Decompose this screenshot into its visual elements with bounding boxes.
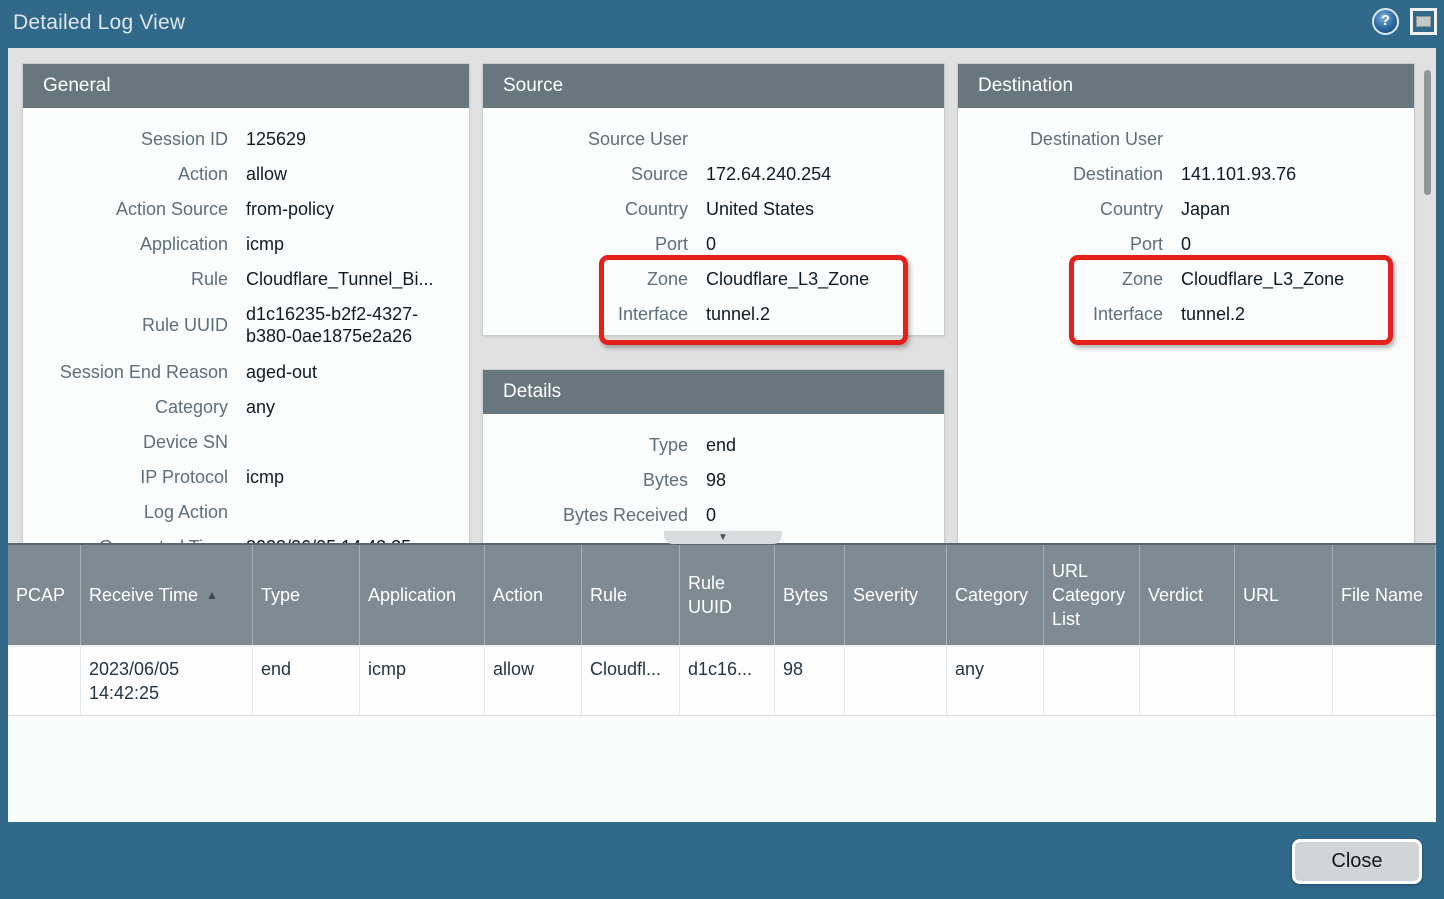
field-destination-country: CountryJapan [958, 191, 1414, 226]
source-panel-title: Source [483, 64, 944, 108]
cell-url-category-list [1044, 647, 1140, 715]
column-header-action[interactable]: Action [485, 545, 582, 645]
field-action-source: Action Sourcefrom-policy [23, 191, 469, 226]
general-panel: General Session ID125629 Actionallow Act… [22, 63, 470, 543]
column-header-url[interactable]: URL [1235, 545, 1333, 645]
column-header-pcap[interactable]: PCAP [8, 545, 81, 645]
cell-rule: Cloudfl... [582, 647, 680, 715]
column-header-application[interactable]: Application [360, 545, 485, 645]
cell-type: end [253, 647, 360, 715]
field-source-port: Port0 [483, 226, 944, 261]
field-rule: RuleCloudflare_Tunnel_Bi... [23, 261, 469, 296]
column-header-bytes[interactable]: Bytes [775, 545, 845, 645]
column-header-category[interactable]: Category [947, 545, 1044, 645]
close-button[interactable]: Close [1292, 839, 1422, 884]
field-action: Actionallow [23, 156, 469, 191]
sort-ascending-icon: ▲ [206, 583, 218, 607]
field-bytes: Bytes98 [483, 462, 944, 497]
field-destination-zone: ZoneCloudflare_L3_Zone [958, 261, 1414, 296]
field-source: Source172.64.240.254 [483, 156, 944, 191]
window-maximize-icon[interactable] [1410, 8, 1437, 35]
cell-receive-time: 2023/06/05 14:42:25 [81, 647, 253, 715]
field-source-user: Source User [483, 121, 944, 156]
field-source-interface: Interfacetunnel.2 [483, 296, 944, 331]
field-category: Categoryany [23, 389, 469, 424]
destination-panel-body: Destination User Destination141.101.93.7… [958, 108, 1414, 331]
chevron-down-icon: ▼ [718, 533, 728, 543]
column-header-severity[interactable]: Severity [845, 545, 947, 645]
cell-verdict [1140, 647, 1235, 715]
field-destination-port: Port0 [958, 226, 1414, 261]
cell-file-name [1333, 647, 1436, 715]
details-panel-body: Typeend Bytes98 Bytes Received0 [483, 414, 944, 532]
field-ip-protocol: IP Protocolicmp [23, 459, 469, 494]
cell-action: allow [485, 647, 582, 715]
field-session-end-reason: Session End Reasonaged-out [23, 354, 469, 389]
column-header-verdict[interactable]: Verdict [1140, 545, 1235, 645]
splitter-handle[interactable]: ▼ [664, 531, 782, 544]
source-panel: Source Source User Source172.64.240.254 … [482, 63, 945, 336]
destination-panel: Destination Destination User Destination… [957, 63, 1415, 543]
cell-severity [845, 647, 947, 715]
field-destination: Destination141.101.93.76 [958, 156, 1414, 191]
cell-url [1235, 647, 1333, 715]
table-row[interactable]: 2023/06/05 14:42:25 end icmp allow Cloud… [8, 647, 1436, 716]
field-rule-uuid: Rule UUIDd1c16235-b2f2-4327-b380-0ae1875… [23, 296, 469, 354]
log-table: PCAP Receive Time▲ Type Application Acti… [8, 543, 1436, 822]
field-generated-time: Generated Time2023/06/05 14:42:25 [23, 529, 469, 543]
field-type: Typeend [483, 427, 944, 462]
source-panel-body: Source User Source172.64.240.254 Country… [483, 108, 944, 331]
field-device-sn: Device SN [23, 424, 469, 459]
general-panel-title: General [23, 64, 469, 108]
log-table-header-row: PCAP Receive Time▲ Type Application Acti… [8, 545, 1436, 647]
cell-bytes: 98 [775, 647, 845, 715]
cell-category: any [947, 647, 1044, 715]
window-glyph [1416, 16, 1431, 27]
log-detail-panels-region: General Session ID125629 Actionallow Act… [8, 48, 1436, 543]
field-source-zone: ZoneCloudflare_L3_Zone [483, 261, 944, 296]
panels-scrollbar-thumb[interactable] [1424, 70, 1431, 195]
help-icon[interactable]: ? [1372, 8, 1399, 35]
field-session-id: Session ID125629 [23, 121, 469, 156]
field-destination-user: Destination User [958, 121, 1414, 156]
column-header-type[interactable]: Type [253, 545, 360, 645]
field-application: Applicationicmp [23, 226, 469, 261]
details-panel-title: Details [483, 370, 944, 414]
field-bytes-received: Bytes Received0 [483, 497, 944, 532]
general-panel-body: Session ID125629 Actionallow Action Sour… [23, 108, 469, 543]
field-destination-interface: Interfacetunnel.2 [958, 296, 1414, 331]
details-panel: Details Typeend Bytes98 Bytes Received0 [482, 369, 945, 543]
cell-pcap [8, 647, 81, 715]
page-title: Detailed Log View [13, 11, 185, 35]
column-header-rule[interactable]: Rule [582, 545, 680, 645]
destination-panel-title: Destination [958, 64, 1414, 108]
column-header-url-category-list[interactable]: URL Category List [1044, 545, 1140, 645]
column-header-receive-time[interactable]: Receive Time▲ [81, 545, 253, 645]
cell-application: icmp [360, 647, 485, 715]
field-source-country: CountryUnited States [483, 191, 944, 226]
column-header-rule-uuid[interactable]: Rule UUID [680, 545, 775, 645]
column-header-file-name[interactable]: File Name [1333, 545, 1436, 645]
field-log-action: Log Action [23, 494, 469, 529]
cell-rule-uuid: d1c16... [680, 647, 775, 715]
